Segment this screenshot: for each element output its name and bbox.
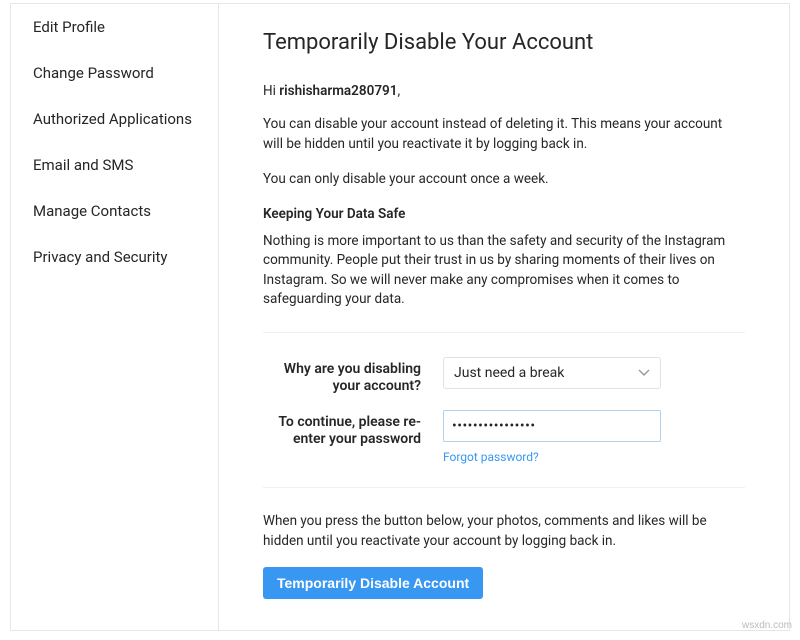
password-row: To continue, please re-enter your passwo…: [263, 410, 745, 465]
password-input[interactable]: [443, 410, 661, 442]
sidebar-item-email-sms[interactable]: Email and SMS: [11, 142, 218, 188]
sidebar-item-label: Manage Contacts: [33, 202, 151, 220]
password-label: To continue, please re-enter your passwo…: [263, 410, 443, 449]
data-safe-heading: Keeping Your Data Safe: [263, 206, 745, 222]
chevron-down-icon: [638, 366, 650, 380]
temporarily-disable-button[interactable]: Temporarily Disable Account: [263, 567, 483, 599]
forgot-password-link[interactable]: Forgot password?: [443, 450, 539, 464]
greeting-text: Hi rishisharma280791,: [263, 83, 745, 99]
disable-info-para-1: You can disable your account instead of …: [263, 115, 745, 154]
confirm-para: When you press the button below, your ph…: [263, 512, 745, 551]
settings-sidebar: Edit Profile Change Password Authorized …: [11, 4, 219, 630]
sidebar-item-label: Privacy and Security: [33, 248, 168, 266]
reason-selected-value: Just need a break: [454, 365, 564, 381]
greeting-prefix: Hi: [263, 83, 279, 99]
reason-select[interactable]: Just need a break: [443, 357, 661, 389]
data-safe-para: Nothing is more important to us than the…: [263, 232, 745, 310]
reason-label: Why are you disabling your account?: [263, 357, 443, 396]
sidebar-item-authorized-applications[interactable]: Authorized Applications: [11, 96, 218, 142]
reason-row: Why are you disabling your account? Just…: [263, 357, 745, 396]
section-divider-2: [263, 487, 745, 488]
greeting-suffix: ,: [397, 83, 400, 99]
sidebar-item-label: Authorized Applications: [33, 110, 192, 128]
sidebar-item-edit-profile[interactable]: Edit Profile: [11, 4, 218, 50]
sidebar-item-label: Edit Profile: [33, 18, 105, 36]
settings-container: Edit Profile Change Password Authorized …: [10, 3, 790, 631]
sidebar-item-label: Change Password: [33, 64, 154, 82]
main-content: Temporarily Disable Your Account Hi rish…: [219, 4, 789, 630]
sidebar-item-manage-contacts[interactable]: Manage Contacts: [11, 188, 218, 234]
section-divider: [263, 332, 745, 333]
sidebar-item-privacy-security[interactable]: Privacy and Security: [11, 234, 218, 280]
disable-info-para-2: You can only disable your account once a…: [263, 170, 745, 190]
username: rishisharma280791: [279, 83, 397, 99]
page-title: Temporarily Disable Your Account: [263, 30, 745, 55]
sidebar-item-change-password[interactable]: Change Password: [11, 50, 218, 96]
sidebar-item-label: Email and SMS: [33, 156, 133, 174]
watermark-text: wsxdn.com: [742, 620, 792, 631]
